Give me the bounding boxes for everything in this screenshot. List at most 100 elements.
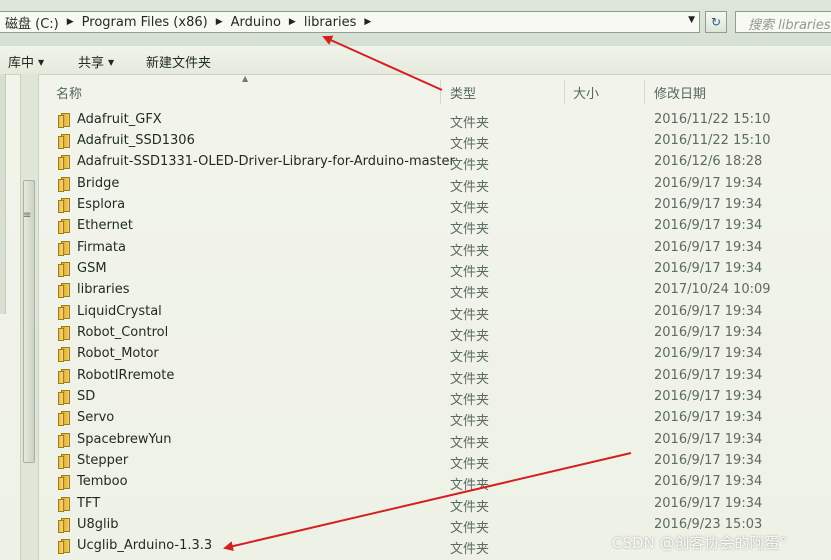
file-modified: 2016/9/17 19:34 [654,453,763,468]
file-type: 文件夹 [450,222,490,237]
file-name: U8glib [77,517,119,532]
file-row[interactable]: SD 文件夹 2016/9/17 19:34 [38,387,831,408]
file-row[interactable]: Robot_Motor 文件夹 2016/9/17 19:34 [38,344,831,365]
refresh-button[interactable]: ↻ [705,11,727,33]
file-name: RobotIRremote [77,368,175,383]
file-type: 文件夹 [450,436,490,451]
chevron-down-icon: ▼ [38,58,45,67]
file-type: 文件夹 [450,265,490,280]
file-name: Esplora [77,197,126,212]
file-row[interactable]: Ethernet 文件夹 2016/9/17 19:34 [38,216,831,237]
file-type: 文件夹 [450,478,490,493]
folder-icon [58,369,71,384]
file-row[interactable]: Adafruit_GFX 文件夹 2016/11/22 15:10 [38,110,831,131]
breadcrumb-arduino[interactable]: Arduino [229,15,287,30]
file-modified: 2016/9/17 19:34 [654,176,763,191]
file-name: TFT [77,496,101,511]
file-modified: 2016/9/23 15:03 [654,517,763,532]
column-size-header[interactable]: 大小 [573,83,599,102]
file-row[interactable]: Adafruit-SSD1331-OLED-Driver-Library-for… [38,152,831,173]
file-modified: 2016/11/22 15:10 [654,133,771,148]
breadcrumb-libraries[interactable]: libraries [302,15,363,30]
file-modified: 2016/11/22 15:10 [654,112,771,127]
file-row[interactable]: Stepper 文件夹 2016/9/17 19:34 [38,451,831,472]
folder-icon [58,283,71,298]
file-type: 文件夹 [450,414,490,429]
new-folder-button[interactable]: 新建文件夹 [146,52,211,71]
file-modified: 2016/9/17 19:34 [654,197,763,212]
column-divider[interactable] [564,80,565,104]
refresh-icon: ↻ [710,15,722,29]
file-name: Servo [77,410,115,425]
breadcrumb-drive[interactable]: 磁盘 (C:) [3,13,65,32]
file-row[interactable]: Servo 文件夹 2016/9/17 19:34 [38,408,831,429]
file-row[interactable]: Esplora 文件夹 2016/9/17 19:34 [38,195,831,216]
folder-icon [58,347,71,362]
file-row[interactable]: Robot_Control 文件夹 2016/9/17 19:34 [38,323,831,344]
file-type: 文件夹 [450,137,490,152]
file-row[interactable]: Firmata 文件夹 2016/9/17 19:34 [38,238,831,259]
folder-icon [58,177,71,192]
command-toolbar: 库中 ▼ 共享 ▼ 新建文件夹 [0,46,831,75]
address-dropdown-icon[interactable]: ▼ [688,15,695,25]
breadcrumb: 磁盘 (C:) ▶ Program Files (x86) ▶ Arduino … [3,12,377,32]
folder-icon [58,497,71,512]
folder-icon [58,198,71,213]
file-name: Ethernet [77,218,133,233]
column-name-header[interactable]: 名称 [56,83,82,102]
file-type: 文件夹 [450,500,490,515]
file-modified: 2016/9/17 19:34 [654,474,763,489]
file-row[interactable]: Bridge 文件夹 2016/9/17 19:34 [38,174,831,195]
breadcrumb-program-files[interactable]: Program Files (x86) [80,15,214,30]
file-row[interactable]: GSM 文件夹 2016/9/17 19:34 [38,259,831,280]
file-type: 文件夹 [450,393,490,408]
file-row[interactable]: SpacebrewYun 文件夹 2016/9/17 19:34 [38,430,831,451]
file-row[interactable]: Adafruit_SSD1306 文件夹 2016/11/22 15:10 [38,131,831,152]
navigation-scrollbar[interactable]: ≡ [20,74,39,560]
file-name: LiquidCrystal [77,304,162,319]
folder-icon [58,113,71,128]
include-in-library-button[interactable]: 库中 ▼ [8,52,44,71]
search-input[interactable]: 搜索 libraries [735,11,831,33]
file-type: 文件夹 [450,457,490,472]
column-modified-header[interactable]: 修改日期 [654,83,706,102]
file-row[interactable]: Temboo 文件夹 2016/9/17 19:34 [38,472,831,493]
watermark: CSDN @创客协会的阿蛋° [612,534,788,552]
folder-icon [58,390,71,405]
sort-ascending-icon: ▲ [242,74,249,83]
folder-icon [58,518,71,533]
file-type: 文件夹 [450,308,490,323]
folder-icon [58,262,71,277]
file-modified: 2016/12/6 18:28 [654,154,763,169]
file-modified: 2017/10/24 10:09 [654,282,771,297]
column-divider[interactable] [440,80,441,104]
file-name: Stepper [77,453,129,468]
breadcrumb-separator-icon[interactable]: ▶ [214,17,229,27]
file-row[interactable]: TFT 文件夹 2016/9/17 19:34 [38,494,831,515]
file-row[interactable]: libraries 文件夹 2017/10/24 10:09 [38,280,831,301]
scrollbar-thumb[interactable] [23,180,35,463]
file-modified: 2016/9/17 19:34 [654,389,763,404]
file-name: SD [77,389,96,404]
folder-icon [58,219,71,234]
file-name: Robot_Control [77,325,169,340]
file-name: Firmata [77,240,126,255]
file-modified: 2016/9/17 19:34 [654,346,763,361]
navigation-pane-edge [0,74,6,314]
file-row[interactable]: LiquidCrystal 文件夹 2016/9/17 19:34 [38,302,831,323]
folder-icon [58,305,71,320]
breadcrumb-separator-icon[interactable]: ▶ [362,17,377,27]
column-divider[interactable] [644,80,645,104]
breadcrumb-separator-icon[interactable]: ▶ [65,17,80,27]
folder-icon [58,539,71,554]
file-row[interactable]: RobotIRremote 文件夹 2016/9/17 19:34 [38,366,831,387]
file-type: 文件夹 [450,201,490,216]
address-bar[interactable]: 磁盘 (C:) ▶ Program Files (x86) ▶ Arduino … [0,11,700,33]
column-type-header[interactable]: 类型 [450,83,476,102]
file-type: 文件夹 [450,329,490,344]
breadcrumb-separator-icon[interactable]: ▶ [287,17,302,27]
file-type: 文件夹 [450,116,490,131]
file-name: SpacebrewYun [77,432,172,447]
share-button[interactable]: 共享 ▼ [78,52,114,71]
scrollbar-grip-icon: ≡ [23,210,32,221]
